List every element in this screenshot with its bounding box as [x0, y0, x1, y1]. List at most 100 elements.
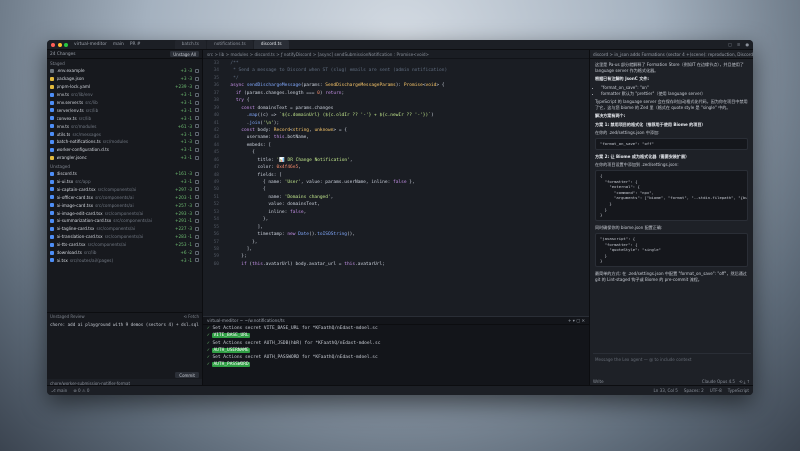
- stage-checkbox[interactable]: [195, 155, 199, 160]
- fetch-button[interactable]: ⟲ Fetch: [184, 314, 199, 319]
- file-row[interactable]: batch-notifications.ts src/modules +1 -3: [47, 138, 202, 146]
- file-row[interactable]: ai-image-edit-card.tsx src/components/ai +…: [47, 209, 202, 217]
- code-line[interactable]: 51 name: 'Domains changed',: [203, 194, 589, 201]
- code-line[interactable]: 38 try {: [203, 97, 589, 104]
- stage-checkbox[interactable]: [195, 68, 199, 73]
- file-row[interactable]: utils.ts src/messages +3 -1: [47, 130, 202, 138]
- line-number[interactable]: 60: [203, 261, 225, 268]
- stage-checkbox[interactable]: [195, 179, 199, 184]
- line-content[interactable]: ],: [225, 224, 263, 231]
- stage-checkbox[interactable]: [195, 218, 199, 223]
- file-row[interactable]: discord.ts +161 -3: [47, 170, 202, 178]
- status-indent[interactable]: Spaces: 2: [684, 388, 704, 393]
- close-window-button[interactable]: [51, 42, 55, 47]
- line-content[interactable]: .join('\n');: [225, 120, 280, 127]
- branch-name[interactable]: main: [113, 42, 124, 47]
- stage-checkbox[interactable]: [195, 226, 199, 231]
- line-number[interactable]: 54: [203, 216, 225, 223]
- file-row[interactable]: ai-captain-card.tsx src/components/ai +297…: [47, 185, 202, 193]
- line-content[interactable]: async sendDischargeMessage(params: SendD…: [225, 82, 444, 89]
- code-line[interactable]: 33 /**: [203, 60, 589, 67]
- line-content[interactable]: };: [225, 253, 246, 260]
- code-line[interactable]: 43 username: this.botName,: [203, 134, 589, 141]
- tab-discord[interactable]: discord.ts: [253, 40, 289, 49]
- file-row[interactable]: server/env.ts src/lib +3 -1: [47, 106, 202, 114]
- minimize-window-button[interactable]: [57, 42, 62, 47]
- status-encoding[interactable]: UTF-8: [710, 388, 722, 393]
- code-line[interactable]: 46 title: '📊 DR Change Notification',: [203, 157, 589, 164]
- stage-checkbox[interactable]: [195, 147, 199, 152]
- stage-checkbox[interactable]: [195, 92, 199, 97]
- line-number[interactable]: 47: [203, 164, 225, 171]
- terminal-title[interactable]: virtual-meditor ~ ~/w.notifications/ts: [207, 318, 285, 323]
- file-row[interactable]: ai-ui.tsx src/app +3 -1: [47, 178, 202, 186]
- status-branch[interactable]: ⎇ main: [51, 388, 67, 393]
- pr-label[interactable]: PR #: [130, 42, 141, 47]
- line-number[interactable]: 37: [203, 90, 225, 97]
- line-content[interactable]: username: this.botName,: [225, 134, 309, 141]
- mode-selector[interactable]: Write: [593, 379, 604, 384]
- terminal-actions[interactable]: + ▾ ▢ ✕: [568, 318, 585, 323]
- stage-checkbox[interactable]: [195, 108, 199, 113]
- commit-button[interactable]: Commit: [175, 372, 199, 378]
- line-content[interactable]: * Send a message to Discord when ST (slu…: [225, 67, 447, 74]
- stage-checkbox[interactable]: [195, 242, 199, 247]
- line-content[interactable]: name: 'Domains changed',: [225, 194, 333, 201]
- line-number[interactable]: 48: [203, 172, 225, 179]
- code-line[interactable]: 41 .join('\n');: [203, 120, 589, 127]
- code-line[interactable]: 60 if (this.avatarUrl) body.avatar_url =…: [203, 261, 589, 268]
- stage-checkbox[interactable]: [195, 211, 199, 216]
- stage-checkbox[interactable]: [195, 203, 199, 208]
- line-number[interactable]: 35: [203, 75, 225, 82]
- file-row[interactable]: env.ts src/modules +61 -3: [47, 122, 202, 130]
- code-line[interactable]: 34 * Send a message to Discord when ST (…: [203, 67, 589, 74]
- code-line[interactable]: 54 },: [203, 216, 589, 223]
- line-number[interactable]: 59: [203, 253, 225, 260]
- code-line[interactable]: 40 .map((c) => `${c.domainUrl} (${c.oldI…: [203, 112, 589, 119]
- code-line[interactable]: 58 ],: [203, 246, 589, 253]
- line-number[interactable]: 34: [203, 67, 225, 74]
- line-number[interactable]: 43: [203, 134, 225, 141]
- stage-checkbox[interactable]: [195, 76, 199, 81]
- agent-message-input[interactable]: Message the Lex agent — @ to include con…: [593, 353, 751, 375]
- file-row[interactable]: ai-summarization-card.tsx src/components/…: [47, 217, 202, 225]
- file-row[interactable]: ai-translation-card.tsx src/components/ai…: [47, 233, 202, 241]
- code-line[interactable]: 44 embeds: [: [203, 142, 589, 149]
- line-content[interactable]: color: 0x4f46e5,: [225, 164, 301, 171]
- code-line[interactable]: 36 async sendDischargeMessage(params: Se…: [203, 82, 589, 89]
- file-row[interactable]: wrangler.jsonc +3 -1: [47, 154, 202, 162]
- line-content[interactable]: try {: [225, 97, 250, 104]
- file-row[interactable]: env.ts src/lib/env +3 -1: [47, 91, 202, 99]
- file-row[interactable]: ai.tsx src/routes/ai/(pages) +3 -1: [47, 256, 202, 264]
- line-content[interactable]: value: domainsText,: [225, 201, 319, 208]
- code-line[interactable]: 37 if (params.changes.length === 0) retu…: [203, 90, 589, 97]
- line-content[interactable]: {: [225, 149, 255, 156]
- file-row[interactable]: download.ts src/lib +6 -2: [47, 249, 202, 257]
- line-content[interactable]: embeds: [: [225, 142, 271, 149]
- terminal-panel[interactable]: virtual-meditor ~ ~/w.notifications/ts +…: [203, 316, 589, 385]
- file-row[interactable]: ai-officer-card.tsx src/components/ai +203…: [47, 193, 202, 201]
- line-content[interactable]: ],: [225, 246, 252, 253]
- file-row[interactable]: ai-tagline-card.tsx src/components/ai +227…: [47, 225, 202, 233]
- unstage-all-button[interactable]: Unstage All: [170, 51, 199, 57]
- line-number[interactable]: 55: [203, 224, 225, 231]
- stage-checkbox[interactable]: [195, 234, 199, 239]
- line-number[interactable]: 36: [203, 82, 225, 89]
- stage-checkbox[interactable]: [195, 195, 199, 200]
- code-line[interactable]: 59 };: [203, 253, 589, 260]
- stage-checkbox[interactable]: [195, 187, 199, 192]
- code-block-3[interactable]: "javascript": { "formatter": { "quoteSty…: [595, 232, 748, 267]
- line-number[interactable]: 44: [203, 142, 225, 149]
- code-line[interactable]: 35 */: [203, 75, 589, 82]
- maximize-window-button[interactable]: [64, 42, 68, 47]
- file-row[interactable]: env.server.ts src/lib +3 -1: [47, 99, 202, 107]
- line-content[interactable]: timestamp: new Date().toISOString(),: [225, 231, 356, 238]
- code-line[interactable]: 47 color: 0x4f46e5,: [203, 164, 589, 171]
- line-content[interactable]: if (params.changes.length === 0) return;: [225, 90, 344, 97]
- staged-group-label[interactable]: Staged: [47, 59, 202, 67]
- send-actions[interactable]: ⟲ ⤓ ↑: [739, 379, 750, 384]
- line-number[interactable]: 46: [203, 157, 225, 164]
- file-row[interactable]: ai-tts-card.tsx src/components/ai +253 -1: [47, 241, 202, 249]
- line-content[interactable]: {: [225, 186, 266, 193]
- code-line[interactable]: 57 },: [203, 239, 589, 246]
